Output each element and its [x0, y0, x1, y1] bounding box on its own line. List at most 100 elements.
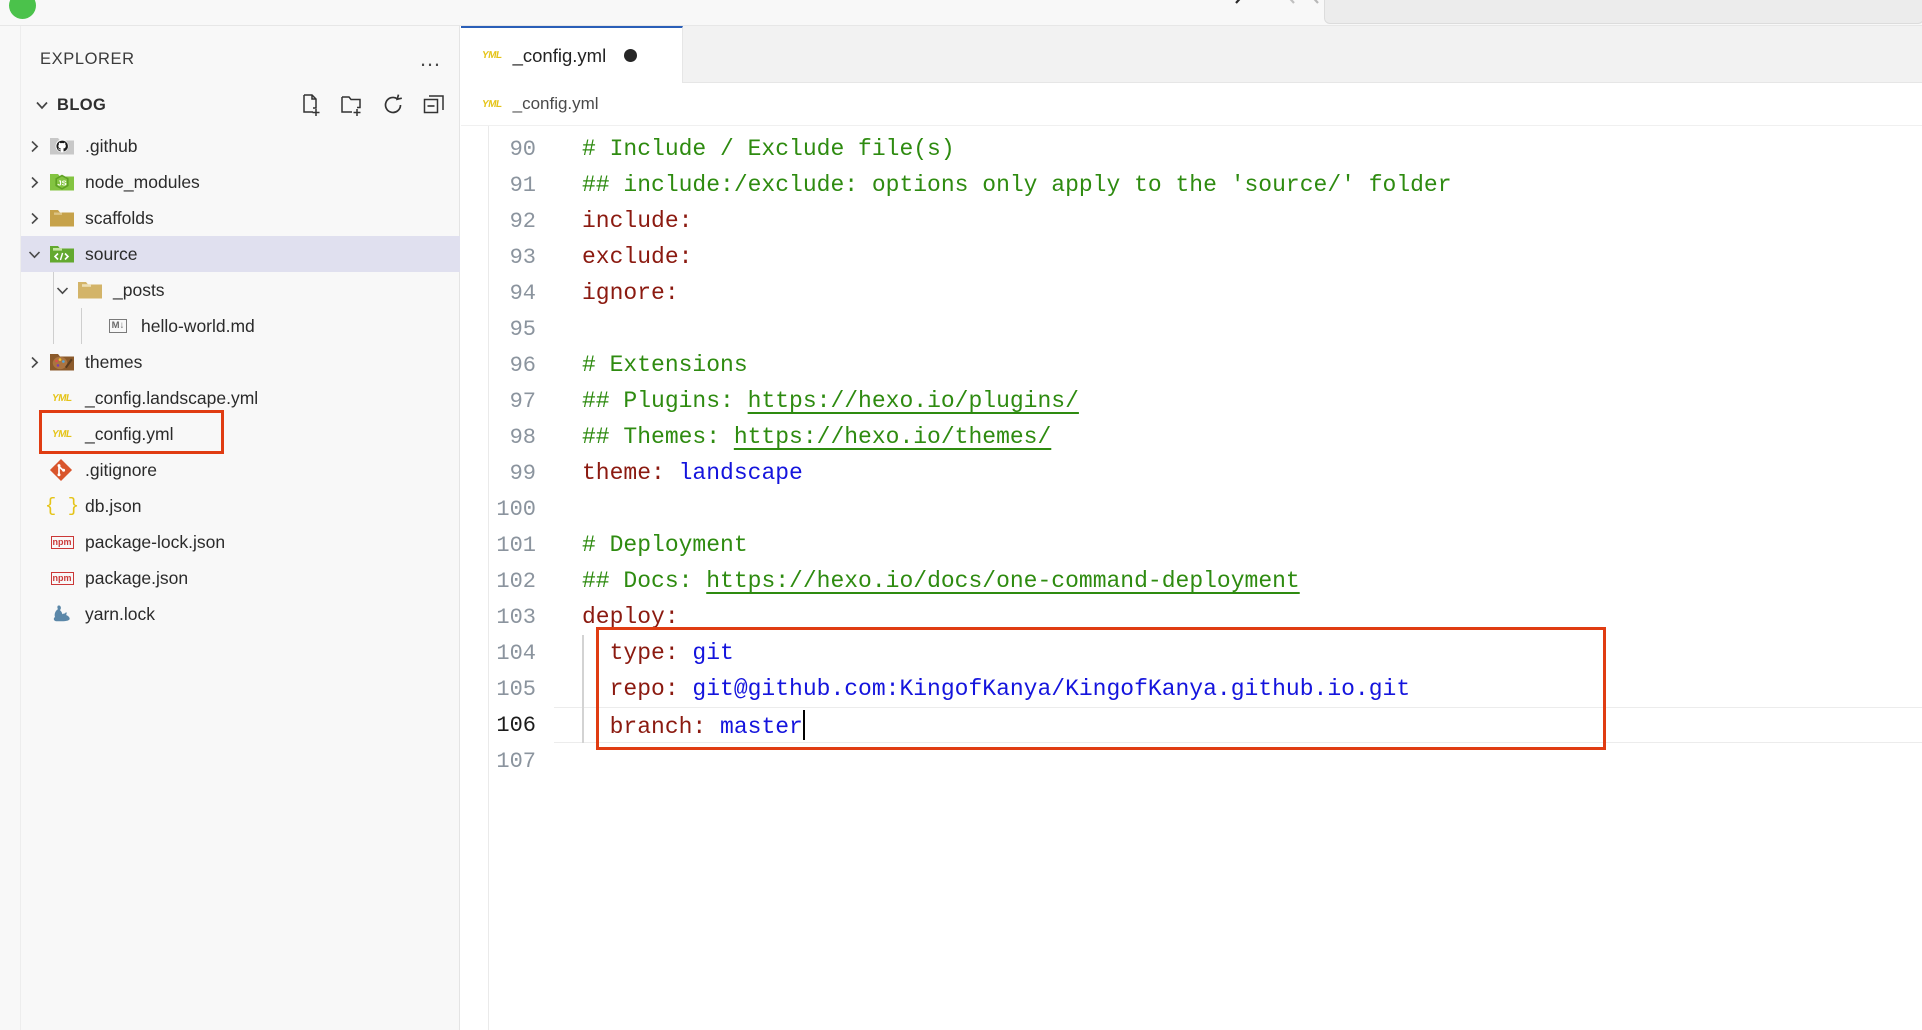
tree-item-yarn-lock[interactable]: yarn.lock: [21, 596, 460, 632]
code-line-100[interactable]: 100: [461, 491, 1922, 527]
code-text: ## Docs: https://hexo.io/docs/one-comman…: [554, 568, 1300, 594]
line-number: 103: [496, 604, 536, 630]
tree-item-github[interactable]: .github: [21, 128, 460, 164]
code-line-95[interactable]: 95: [461, 311, 1922, 347]
code-line-102[interactable]: 102 ## Docs: https://hexo.io/docs/one-com…: [461, 563, 1922, 599]
code-text: deploy:: [554, 604, 679, 630]
tree-item-label: db.json: [85, 495, 142, 516]
code-text: ## Themes: https://hexo.io/themes/: [554, 424, 1051, 450]
tree-item-label: themes: [85, 351, 143, 372]
tree-item-label: _config.landscape.yml: [85, 387, 259, 408]
text-cursor: [802, 710, 806, 740]
code-token-lnk[interactable]: https://hexo.io/docs/one-command-deploym…: [706, 568, 1300, 594]
tree-item-hello-world-md[interactable]: M↓ hello-world.md: [21, 308, 460, 344]
code-text: exclude:: [554, 244, 692, 270]
code-token-val: landscape: [678, 460, 803, 486]
markdown-icon: M↓: [103, 319, 133, 333]
explorer-more-actions-icon[interactable]: …: [419, 48, 442, 70]
line-number: 104: [496, 640, 536, 666]
code-token-lnk[interactable]: https://hexo.io/plugins/: [748, 388, 1079, 414]
code-text: theme: landscape: [554, 460, 803, 486]
code-line-92[interactable]: 92 include:: [461, 203, 1922, 239]
code-line-91[interactable]: 91 ## include:/exclude: options only appl…: [461, 167, 1922, 203]
chevron-right-icon[interactable]: [21, 138, 47, 155]
code-line-106[interactable]: 106 branch: master: [461, 707, 1922, 743]
new-folder-icon[interactable]: [340, 93, 364, 117]
code-line-94[interactable]: 94 ignore:: [461, 275, 1922, 311]
editor-tab-bar: YML _config.yml: [461, 26, 1922, 83]
tree-item-config-landscape-yml[interactable]: YML _config.landscape.yml: [21, 380, 460, 416]
line-number: 98: [509, 424, 536, 450]
explorer-root-folder-row[interactable]: BLOG: [21, 86, 460, 124]
explorer-sidebar: EXPLORER … BLOG .github JS node_modules sca…: [0, 26, 460, 1030]
code-line-99[interactable]: 99 theme: landscape: [461, 455, 1922, 491]
unsaved-changes-indicator[interactable]: [624, 49, 638, 62]
traffic-light-green[interactable]: [9, 0, 36, 19]
code-line-105[interactable]: 105 repo: git@github.com:KingofKanya/Kin…: [461, 671, 1922, 707]
breadcrumb[interactable]: YML _config.yml: [461, 83, 1922, 126]
code-line-107[interactable]: 107: [461, 743, 1922, 779]
code-text: # Extensions: [554, 352, 748, 378]
tree-item-node-modules[interactable]: JS node_modules: [21, 164, 460, 200]
code-line-98[interactable]: 98 ## Themes: https://hexo.io/themes/: [461, 419, 1922, 455]
tree-item-config-yml[interactable]: YML _config.yml: [21, 416, 460, 452]
line-number: 100: [496, 496, 536, 522]
indent-guide: [53, 308, 54, 344]
tree-item-source[interactable]: source: [21, 236, 460, 272]
tree-item-posts[interactable]: _posts: [21, 272, 460, 308]
command-center-search[interactable]: [1324, 0, 1922, 24]
code-text: ## Plugins: https://hexo.io/plugins/: [554, 388, 1079, 414]
chevron-down-icon[interactable]: [21, 246, 47, 263]
tree-item-scaffolds[interactable]: scaffolds: [21, 200, 460, 236]
line-number: 91: [509, 172, 536, 198]
line-number: 94: [509, 280, 536, 306]
folder-icon: [47, 207, 77, 229]
code-line-103[interactable]: 103 deploy:: [461, 599, 1922, 635]
chevron-down-icon[interactable]: [27, 96, 57, 114]
line-number: 107: [496, 748, 536, 774]
yarn-icon: [47, 602, 77, 626]
tree-item-label: .gitignore: [85, 459, 157, 480]
json-icon: { }: [44, 495, 80, 517]
code-editor[interactable]: 90 # Include / Exclude file(s) 91 ## includ…: [461, 126, 1922, 1030]
node-folder-icon: JS: [47, 171, 77, 193]
code-token-key: exclude:: [582, 244, 693, 270]
code-line-101[interactable]: 101 # Deployment: [461, 527, 1922, 563]
code-line-93[interactable]: 93 exclude:: [461, 239, 1922, 275]
tree-item-label: scaffolds: [85, 207, 154, 228]
new-file-icon[interactable]: [299, 93, 323, 117]
indent-guide: [582, 671, 584, 707]
editor-navigation-arrows[interactable]: [1222, 0, 1332, 20]
code-line-97[interactable]: 97 ## Plugins: https://hexo.io/plugins/: [461, 383, 1922, 419]
tree-item-db-json[interactable]: { } db.json: [21, 488, 460, 524]
tree-item-package-lock-json[interactable]: npm package-lock.json: [21, 524, 460, 560]
code-line-96[interactable]: 96 # Extensions: [461, 347, 1922, 383]
tab-config-yml[interactable]: YML _config.yml: [461, 26, 683, 83]
line-number: 95: [509, 316, 536, 342]
code-token-val: git@github.com:KingofKanya/KingofKanya.g…: [692, 676, 1411, 702]
code-text: branch: master: [554, 710, 806, 740]
chevron-right-icon[interactable]: [21, 174, 47, 191]
indent-guide: [582, 635, 584, 671]
chevron-right-icon[interactable]: [21, 210, 47, 227]
npm-icon: npm: [50, 571, 74, 585]
tree-item-package-json[interactable]: npm package.json: [21, 560, 460, 596]
source-folder-icon: [47, 243, 77, 265]
collapse-all-icon[interactable]: [422, 93, 446, 117]
tree-item-themes[interactable]: themes: [21, 344, 460, 380]
refresh-icon[interactable]: [381, 93, 405, 117]
yaml-icon: YML: [51, 428, 73, 440]
breadcrumb-label: _config.yml: [512, 94, 599, 113]
tree-item-label: yarn.lock: [85, 603, 156, 624]
npm-icon: npm: [50, 535, 74, 549]
tree-item-label: _posts: [113, 279, 165, 300]
code-token-lnk[interactable]: https://hexo.io/themes/: [734, 424, 1051, 450]
window-title-bar: [0, 0, 1922, 26]
code-line-104[interactable]: 104 type: git: [461, 635, 1922, 671]
chevron-right-icon[interactable]: [21, 354, 47, 371]
code-line-90[interactable]: 90 # Include / Exclude file(s): [461, 131, 1922, 167]
tree-item-gitignore[interactable]: .gitignore: [21, 452, 460, 488]
line-number: 105: [496, 676, 536, 702]
line-number: 99: [509, 460, 536, 486]
tree-item-label: package.json: [85, 567, 189, 588]
